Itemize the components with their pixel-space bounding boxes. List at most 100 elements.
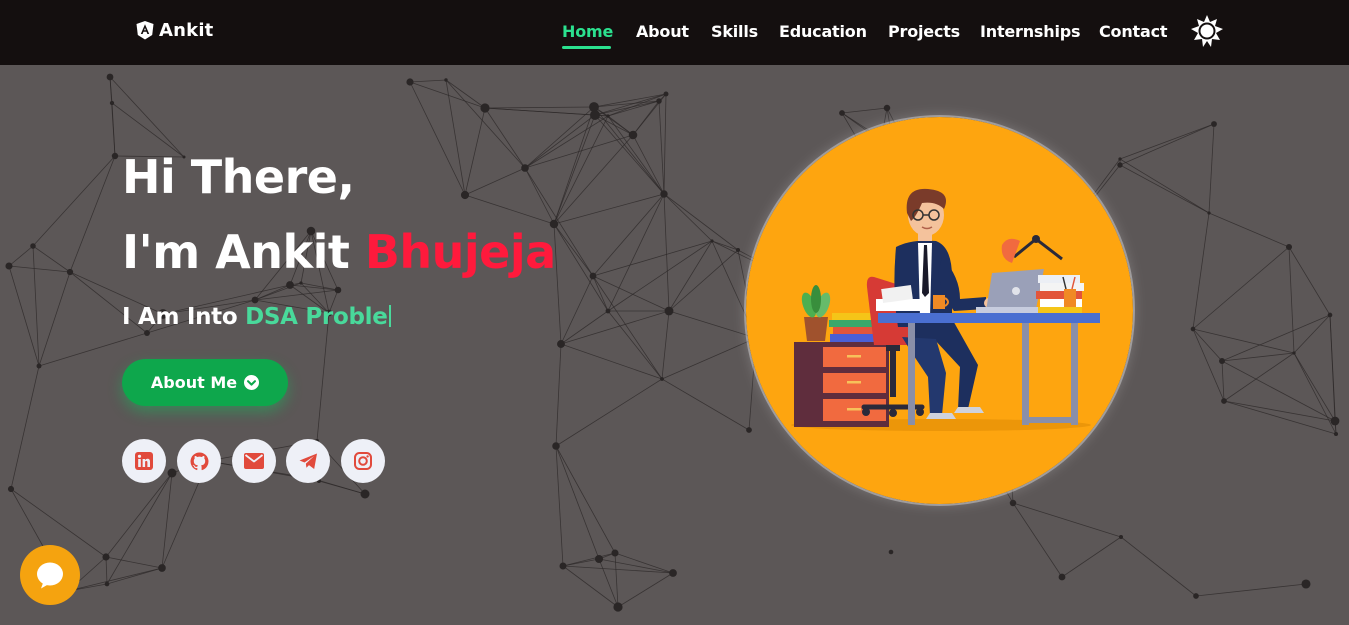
github-icon: [190, 451, 208, 470]
about-me-label: About Me: [150, 373, 238, 392]
network-node: [1221, 398, 1227, 404]
nav-projects[interactable]: Projects: [888, 22, 960, 41]
hero-intro: I'm Ankit: [122, 225, 350, 279]
network-link: [32, 245, 71, 273]
network-link: [445, 79, 466, 196]
nav-active-underline: [562, 46, 611, 49]
network-link: [1119, 164, 1210, 214]
network-link: [1192, 328, 1295, 354]
network-link: [1119, 123, 1215, 160]
network-link: [1223, 400, 1336, 422]
network-node: [669, 569, 677, 577]
network-node: [480, 103, 490, 113]
network-link: [661, 337, 757, 380]
network-link: [555, 445, 600, 560]
network-link: [8, 265, 71, 273]
network-node: [883, 104, 891, 112]
network-link: [1192, 328, 1225, 402]
network-node: [1327, 312, 1333, 318]
telegram-icon: [299, 452, 317, 469]
navbar: Ankit Home About Skills Education Projec…: [0, 0, 1349, 65]
network-link: [617, 572, 674, 608]
network-link: [668, 310, 757, 339]
developer-at-desk-illustration: [746, 117, 1133, 504]
network-link: [38, 332, 148, 367]
theme-toggle[interactable]: [1190, 14, 1224, 52]
nav-about[interactable]: About: [636, 22, 689, 41]
network-link: [1192, 212, 1210, 330]
network-link: [109, 76, 185, 158]
network-node: [888, 549, 894, 555]
network-node: [605, 308, 611, 314]
network-link: [592, 275, 609, 312]
network-link: [607, 193, 665, 312]
hero-surname: Bhujeja: [364, 225, 556, 279]
subtitle-prefix: I Am Into: [122, 304, 238, 330]
network-link: [445, 79, 526, 169]
network-link: [553, 134, 634, 225]
network-link: [607, 115, 665, 195]
network-node: [1193, 593, 1199, 599]
network-link: [555, 445, 616, 554]
mail-button[interactable]: [232, 439, 276, 483]
network-node: [7, 485, 15, 493]
network-node: [299, 281, 303, 285]
linkedin-button[interactable]: [122, 439, 166, 483]
github-button[interactable]: [177, 439, 221, 483]
network-link: [524, 115, 609, 169]
network-link: [1208, 123, 1215, 214]
network-link: [484, 106, 595, 109]
network-link: [1221, 360, 1225, 402]
network-link: [1293, 352, 1337, 435]
about-me-button[interactable]: About Me: [122, 359, 288, 406]
network-link: [663, 193, 670, 312]
network-link: [1012, 502, 1063, 578]
chat-button[interactable]: [20, 545, 80, 605]
network-link: [593, 106, 665, 195]
instagram-button[interactable]: [341, 439, 385, 483]
nav-internships[interactable]: Internships: [980, 22, 1081, 41]
network-link: [553, 193, 665, 225]
brand[interactable]: Ankit: [136, 20, 214, 41]
chevron-down-circle-icon: [244, 375, 260, 390]
network-link: [555, 378, 663, 447]
network-link: [1192, 328, 1223, 362]
nav-home[interactable]: Home: [562, 22, 613, 41]
network-link: [524, 114, 596, 169]
network-node: [839, 110, 845, 116]
network-node: [111, 152, 119, 160]
network-node: [144, 330, 150, 336]
hero-intro-line: I'm Ankit Bhujeja: [122, 225, 556, 279]
network-link: [1293, 314, 1331, 354]
network-node: [557, 340, 565, 348]
network-node: [444, 78, 448, 82]
network-link: [553, 223, 594, 277]
nav-education[interactable]: Education: [779, 22, 867, 41]
network-link: [553, 115, 609, 225]
network-node: [286, 281, 294, 289]
telegram-button[interactable]: [286, 439, 330, 483]
network-link: [841, 107, 888, 114]
network-node: [660, 377, 664, 381]
network-node: [1301, 579, 1311, 589]
network-link: [663, 93, 667, 195]
network-link: [560, 343, 663, 380]
network-link: [560, 310, 609, 345]
network-link: [1329, 314, 1337, 435]
mail-icon: [244, 453, 264, 469]
network-link: [1208, 212, 1290, 248]
network-link: [409, 81, 486, 109]
network-link: [464, 194, 555, 225]
network-node: [102, 553, 110, 561]
network-link: [316, 312, 330, 442]
network-link: [445, 79, 486, 109]
network-link: [1223, 400, 1337, 435]
network-link: [67, 567, 163, 592]
network-link: [555, 343, 562, 447]
nav-skills[interactable]: Skills: [711, 22, 758, 41]
network-link: [560, 275, 594, 345]
nav-contact[interactable]: Contact: [1099, 22, 1168, 41]
network-node: [594, 554, 604, 564]
network-link: [668, 249, 739, 312]
network-node: [1118, 534, 1124, 540]
